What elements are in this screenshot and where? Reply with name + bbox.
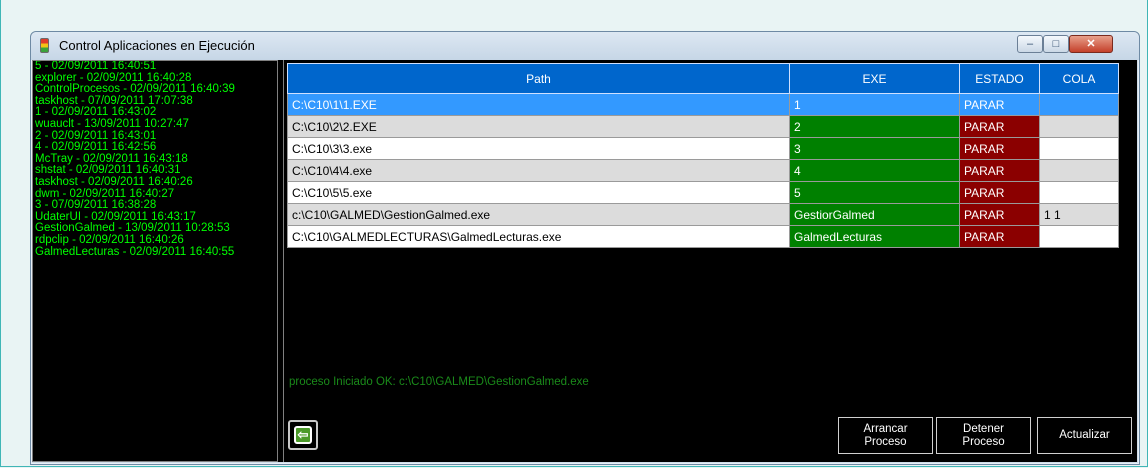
exe-cell[interactable]: 5	[789, 181, 960, 204]
path-cell[interactable]: C:\C10\1\1.EXE	[287, 93, 790, 116]
column-header-cola[interactable]: COLA	[1039, 63, 1119, 94]
column-header-exe[interactable]: EXE	[789, 63, 960, 94]
list-item[interactable]: taskhost - 02/09/2011 16:40:26	[35, 176, 277, 189]
maximize-button[interactable]: □	[1043, 35, 1069, 53]
column-header-path[interactable]: Path	[287, 63, 790, 94]
exe-cell[interactable]: 2	[789, 115, 960, 138]
stop-process-label-line1: Detener	[963, 422, 1004, 435]
table-row[interactable]: C:\C10\3\3.exe 3 PARAR	[287, 137, 1119, 160]
start-process-label-line2: Proceso	[864, 435, 907, 448]
list-item[interactable]: 4 - 02/09/2011 16:42:56	[35, 142, 277, 154]
cola-cell[interactable]	[1039, 137, 1119, 160]
exit-arrow-icon: ⇦	[294, 426, 312, 444]
exe-cell[interactable]: 4	[789, 159, 960, 182]
minimize-button[interactable]: –	[1017, 35, 1043, 53]
path-cell[interactable]: C:\C10\3\3.exe	[287, 137, 790, 160]
exe-cell[interactable]: GestiorGalmed	[789, 203, 960, 226]
cola-cell[interactable]	[1039, 225, 1119, 248]
estado-cell[interactable]: PARAR	[959, 137, 1040, 160]
list-item[interactable]: GalmedLecturas - 02/09/2011 16:40:55	[35, 246, 277, 259]
path-cell[interactable]: C:\C10\2\2.EXE	[287, 115, 790, 138]
exe-cell[interactable]: 1	[789, 93, 960, 116]
window-title: Control Aplicaciones en Ejecución	[59, 38, 255, 53]
main-panel: Path EXE ESTADO COLA C:\C10\1\1.EXE 1 PA…	[283, 60, 1137, 462]
estado-cell[interactable]: PARAR	[959, 203, 1040, 226]
exe-cell[interactable]: 3	[789, 137, 960, 160]
estado-cell[interactable]: PARAR	[959, 159, 1040, 182]
close-button[interactable]: ✕	[1069, 35, 1113, 53]
table-row[interactable]: C:\C10\4\4.exe 4 PARAR	[287, 159, 1119, 182]
list-item[interactable]: 3 - 07/09/2011 16:38:28	[35, 200, 277, 212]
cola-cell[interactable]: 1 1	[1039, 203, 1119, 226]
cola-cell[interactable]	[1039, 115, 1119, 138]
status-message: proceso Iniciado OK: c:\C10\GALMED\Gesti…	[289, 376, 589, 388]
cola-cell[interactable]	[1039, 181, 1119, 204]
path-cell[interactable]: C:\C10\4\4.exe	[287, 159, 790, 182]
start-process-button[interactable]: Arrancar Proceso	[838, 417, 933, 454]
exit-button[interactable]: ⇦	[288, 420, 318, 450]
estado-cell[interactable]: PARAR	[959, 225, 1040, 248]
table-row[interactable]: C:\C10\1\1.EXE 1 PARAR	[287, 93, 1119, 116]
path-cell[interactable]: c:\C10\GALMED\GestionGalmed.exe	[287, 203, 790, 226]
start-process-label-line1: Arrancar	[863, 422, 908, 435]
estado-cell[interactable]: PARAR	[959, 93, 1040, 116]
table-row[interactable]: C:\C10\GALMEDLECTURAS\GalmedLecturas.exe…	[287, 225, 1119, 248]
path-cell[interactable]: C:\C10\5\5.exe	[287, 181, 790, 204]
cola-cell[interactable]	[1039, 93, 1119, 116]
estado-cell[interactable]: PARAR	[959, 181, 1040, 204]
title-bar[interactable]: Control Aplicaciones en Ejecución – □ ✕	[31, 32, 1139, 60]
traffic-light-icon	[40, 38, 49, 53]
running-process-list[interactable]: 5 - 02/09/2011 16:40:51 explorer - 02/09…	[32, 60, 278, 462]
list-item[interactable]: wuauclt - 13/09/2011 10:27:47	[35, 118, 277, 131]
refresh-button[interactable]: Actualizar	[1037, 417, 1132, 454]
process-grid: Path EXE ESTADO COLA C:\C10\1\1.EXE 1 PA…	[287, 63, 1119, 248]
client-area: 5 - 02/09/2011 16:40:51 explorer - 02/09…	[32, 60, 1137, 462]
table-row[interactable]: C:\C10\5\5.exe 5 PARAR	[287, 181, 1119, 204]
cola-cell[interactable]	[1039, 159, 1119, 182]
list-item[interactable]: rdpclip - 02/09/2011 16:40:26	[35, 234, 277, 247]
exe-cell[interactable]: GalmedLecturas	[789, 225, 960, 248]
estado-cell[interactable]: PARAR	[959, 115, 1040, 138]
stop-process-button[interactable]: Detener Proceso	[936, 417, 1031, 454]
column-header-estado[interactable]: ESTADO	[959, 63, 1040, 94]
stop-process-label-line2: Proceso	[962, 435, 1005, 448]
app-window: Control Aplicaciones en Ejecución – □ ✕ …	[30, 31, 1140, 465]
table-row[interactable]: C:\C10\2\2.EXE 2 PARAR	[287, 115, 1119, 138]
list-item[interactable]: 5 - 02/09/2011 16:40:51	[35, 61, 277, 73]
table-row[interactable]: c:\C10\GALMED\GestionGalmed.exe GestiorG…	[287, 203, 1119, 226]
path-cell[interactable]: C:\C10\GALMEDLECTURAS\GalmedLecturas.exe	[287, 225, 790, 248]
